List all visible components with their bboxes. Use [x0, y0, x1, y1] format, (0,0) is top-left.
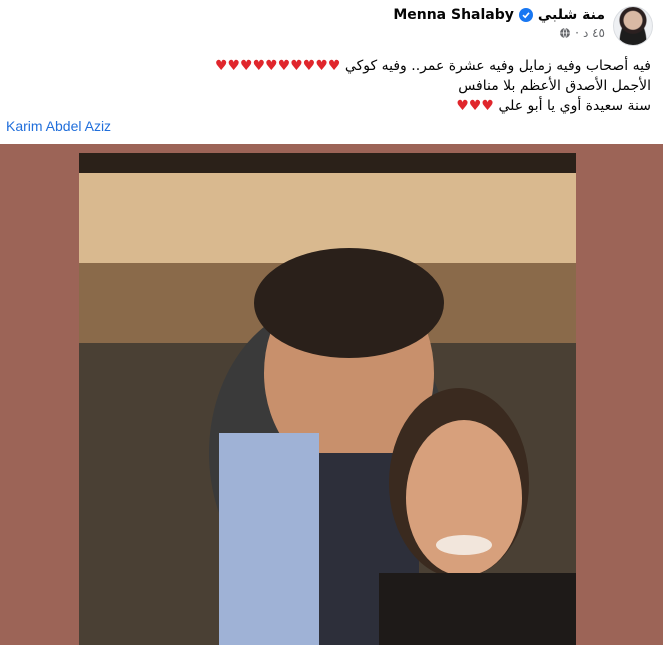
post-line-1: فيه أصحاب وفيه زمايل وفيه عشرة عمر.. وفي…: [215, 56, 651, 76]
post-header: منة شلبي Menna Shalaby ٤٥ د ·: [393, 6, 653, 46]
timestamp[interactable]: ٤٥ د: [583, 26, 605, 40]
photo-image: [79, 153, 576, 645]
post-line-3: سنة سعيدة أوي يا أبو علي ♥♥♥: [215, 96, 651, 116]
post-time: ٤٥ د ·: [393, 26, 605, 40]
post-line-2: الأجمل الأصدق الأعظم بلا منافس: [458, 78, 651, 94]
post-photo[interactable]: [0, 144, 663, 645]
verified-badge-icon: [518, 8, 533, 22]
hearts-emoji: ♥♥♥♥♥♥♥♥♥♥: [214, 58, 341, 74]
hearts-emoji: ♥♥♥: [456, 98, 494, 114]
separator-dot: ·: [575, 26, 579, 40]
post-meta: منة شلبي Menna Shalaby ٤٥ د ·: [393, 6, 605, 40]
author-names: منة شلبي Menna Shalaby: [393, 6, 605, 24]
globe-icon[interactable]: [559, 27, 571, 39]
post-text: فيه أصحاب وفيه زمايل وفيه عشرة عمر.. وفي…: [215, 56, 651, 116]
post-line-3-text: سنة سعيدة أوي يا أبو علي: [498, 98, 651, 114]
tagged-person-link[interactable]: Karim Abdel Aziz: [6, 118, 111, 134]
avatar[interactable]: [613, 6, 653, 46]
author-name-en[interactable]: Menna Shalaby: [393, 6, 514, 24]
author-name-ar[interactable]: منة شلبي: [538, 6, 605, 24]
photo-illustration: [79, 153, 576, 645]
post-line-1-text: فيه أصحاب وفيه زمايل وفيه عشرة عمر.. وفي…: [344, 58, 651, 74]
